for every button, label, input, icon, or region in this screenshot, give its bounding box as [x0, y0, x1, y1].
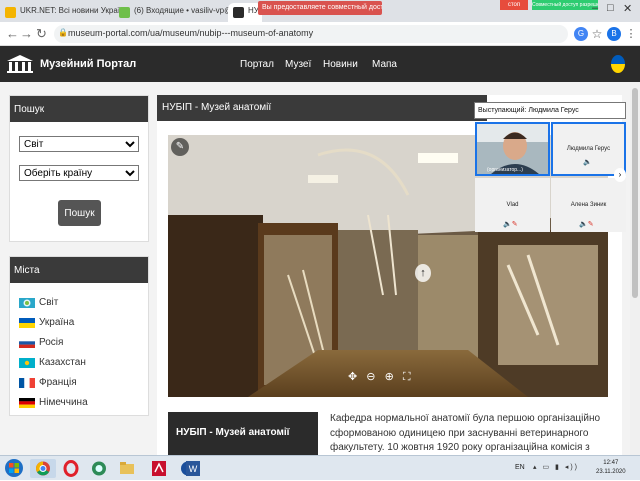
cities-panel-title: Міста [10, 257, 148, 283]
zoom-in-icon[interactable]: ⊕ [385, 371, 397, 383]
description-title: НУБІП - Музей анатомії [168, 412, 318, 455]
zoom-out-icon[interactable]: ⊖ [366, 371, 378, 383]
city-label: Світ [39, 297, 59, 308]
profile-avatar[interactable]: B [607, 27, 621, 41]
compass-icon[interactable]: ✎ [171, 138, 189, 156]
tab-ukrnet[interactable]: UKR.NET: Всі новини України, о [0, 3, 128, 22]
city-label: Росія [39, 337, 64, 348]
translate-icon[interactable]: G [574, 27, 588, 41]
fullscreen-icon[interactable]: ⛶ [403, 371, 414, 383]
russia-flag-icon [19, 338, 35, 348]
maximize-icon[interactable]: □ [607, 2, 614, 14]
page-scrollbar[interactable] [630, 82, 640, 455]
windows-taskbar: W EN ▴ ▭ ▮ ◂)) 12:47 23.11.2020 [0, 455, 640, 480]
city-item-france[interactable]: Франція [19, 375, 77, 391]
ukraine-language-icon[interactable] [611, 55, 625, 73]
pan-controls-icon[interactable]: ✥ [348, 371, 360, 383]
ukraine-flag-icon [19, 318, 35, 328]
language-indicator[interactable]: EN [515, 464, 525, 471]
site-brand[interactable]: Музейний Портал [40, 58, 136, 70]
city-label: Франція [39, 377, 77, 388]
browser-tab-bar: UKR.NET: Всі новини України, о (6) Входя… [0, 0, 640, 22]
nav-news[interactable]: Новини [323, 59, 358, 70]
current-speaker: Выступающий: Людмила Герус [474, 102, 626, 119]
back-icon[interactable]: ← [6, 26, 19, 41]
city-label: Казахстан [39, 357, 86, 368]
nav-map[interactable]: Мапа [372, 59, 397, 70]
search-panel: Пошук Світ Оберіть країну Пошук [9, 95, 149, 242]
mail-favicon-icon [119, 7, 130, 18]
country-select[interactable]: Оберіть країну [19, 165, 139, 181]
tab-mail[interactable]: (6) Входящие • vasiliv-vp@ukr.n [114, 3, 229, 22]
participant-tile-organizer[interactable]: (организатор...) [475, 122, 550, 176]
participant-tile-alena[interactable]: Алена Зиник 🔈✎ [551, 178, 626, 232]
forward-icon[interactable]: → [20, 26, 33, 41]
site-header: Музейний Портал Портал Музеї Новини Мапа [0, 46, 640, 82]
minimize-icon[interactable]: – [592, 2, 598, 14]
viewer-controls: ✥ ⊖ ⊕ ⛶ [348, 370, 414, 384]
url-field[interactable]: 🔒 museum-portal.com/ua/museum/nubip---mu… [54, 25, 568, 43]
ukrnet-favicon-icon [5, 7, 16, 18]
city-item-russia[interactable]: Росія [19, 335, 63, 351]
world-flag-icon [19, 298, 35, 308]
screen-share-banner: Вы предоставляете совместный доступ к Go… [258, 1, 382, 15]
museum-logo-icon[interactable] [6, 54, 34, 74]
tab-museum[interactable]: НУБ [228, 3, 262, 22]
tray-icons[interactable]: ▴ ▭ ▮ ◂)) [533, 463, 579, 471]
museum-title: НУБІП - Музей анатомії [162, 102, 272, 113]
search-panel-title: Пошук [10, 96, 148, 122]
world-select[interactable]: Світ [19, 136, 139, 152]
clock-time: 12:47 [603, 460, 619, 466]
reload-icon[interactable]: ↻ [36, 26, 47, 42]
star-icon[interactable]: ☆ [590, 27, 604, 41]
kazakhstan-flag-icon [19, 358, 35, 368]
app-taskbar-icon[interactable] [86, 459, 112, 478]
acrobat-taskbar-icon[interactable] [146, 459, 172, 478]
participant-name: Vlad [506, 202, 519, 208]
participant-name: (организатор...) [487, 167, 523, 173]
city-label: Німеччина [39, 397, 88, 408]
opera-taskbar-icon[interactable] [58, 459, 84, 478]
address-bar-row: ← → ↻ 🔒 museum-portal.com/ua/museum/nubi… [0, 22, 640, 46]
participant-name: Людмила Герус [566, 146, 611, 152]
city-item-germany[interactable]: Німеччина [19, 395, 88, 411]
word-taskbar-icon[interactable]: W [180, 459, 206, 478]
germany-flag-icon [19, 398, 35, 408]
search-button[interactable]: Пошук [58, 200, 101, 226]
lock-icon: 🔒 [58, 28, 68, 37]
audio-icon: 🔈 [583, 159, 592, 166]
city-label: Україна [39, 317, 75, 328]
city-item-ukraine[interactable]: Україна [19, 315, 74, 331]
file-explorer-taskbar-icon[interactable] [114, 459, 140, 478]
city-item-kazakhstan[interactable]: Казахстан [19, 355, 86, 371]
windows-start-icon[interactable] [3, 458, 25, 478]
tab-label: UKR.NET: Всі новини України, о [20, 6, 128, 15]
system-clock[interactable]: 12:47 23.11.2020 [596, 459, 626, 477]
menu-icon[interactable]: ⋮ [624, 27, 638, 41]
sharing-status-button[interactable]: Совместный доступ разрешен [532, 0, 598, 10]
clock-date: 23.11.2020 [596, 469, 626, 475]
nav-museums[interactable]: Музеї [285, 59, 311, 70]
meet-overlay: Выступающий: Людмила Герус (организатор.… [474, 102, 626, 232]
close-icon[interactable]: ✕ [623, 2, 632, 15]
participant-name: Алена Зиник [570, 202, 607, 208]
url-text: museum-portal.com/ua/museum/nubip---muse… [68, 28, 314, 38]
chrome-taskbar-icon[interactable] [30, 459, 56, 478]
participant-tile-lyudmila[interactable]: Людмила Герус 🔈 [551, 122, 626, 176]
panorama-nav-arrow-icon[interactable]: ↑ [415, 264, 431, 282]
tab-label: (6) Входящие • vasiliv-vp@ukr.n [134, 6, 229, 15]
france-flag-icon [19, 378, 35, 388]
museum-favicon-icon [233, 7, 244, 18]
mic-muted-icon: 🔈✎ [579, 221, 594, 228]
scrollbar-thumb[interactable] [632, 88, 638, 298]
stop-sharing-button[interactable]: стоп [500, 0, 528, 10]
nav-portal[interactable]: Портал [240, 59, 274, 70]
svg-text:W: W [189, 464, 198, 474]
city-item-world[interactable]: Світ [19, 295, 58, 311]
museum-title-bar: НУБІП - Музей анатомії [157, 95, 487, 121]
next-page-icon[interactable]: › [614, 168, 626, 182]
mic-muted-icon: 🔈✎ [503, 221, 518, 228]
cities-panel: Міста Світ Україна Росія Казахстан Франц… [9, 256, 149, 416]
participant-tile-vlad[interactable]: Vlad 🔈✎ [475, 178, 550, 232]
